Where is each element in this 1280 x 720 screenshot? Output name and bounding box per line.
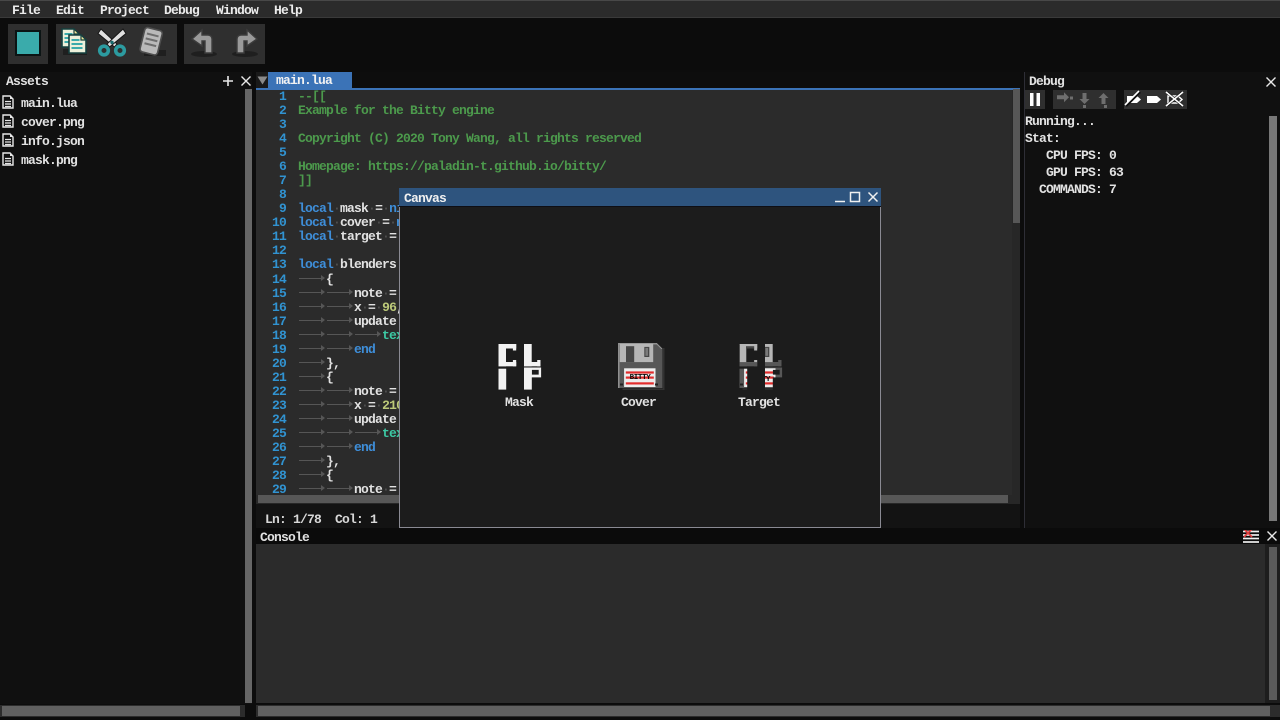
svg-text:BITTY: BITTY <box>749 376 771 384</box>
